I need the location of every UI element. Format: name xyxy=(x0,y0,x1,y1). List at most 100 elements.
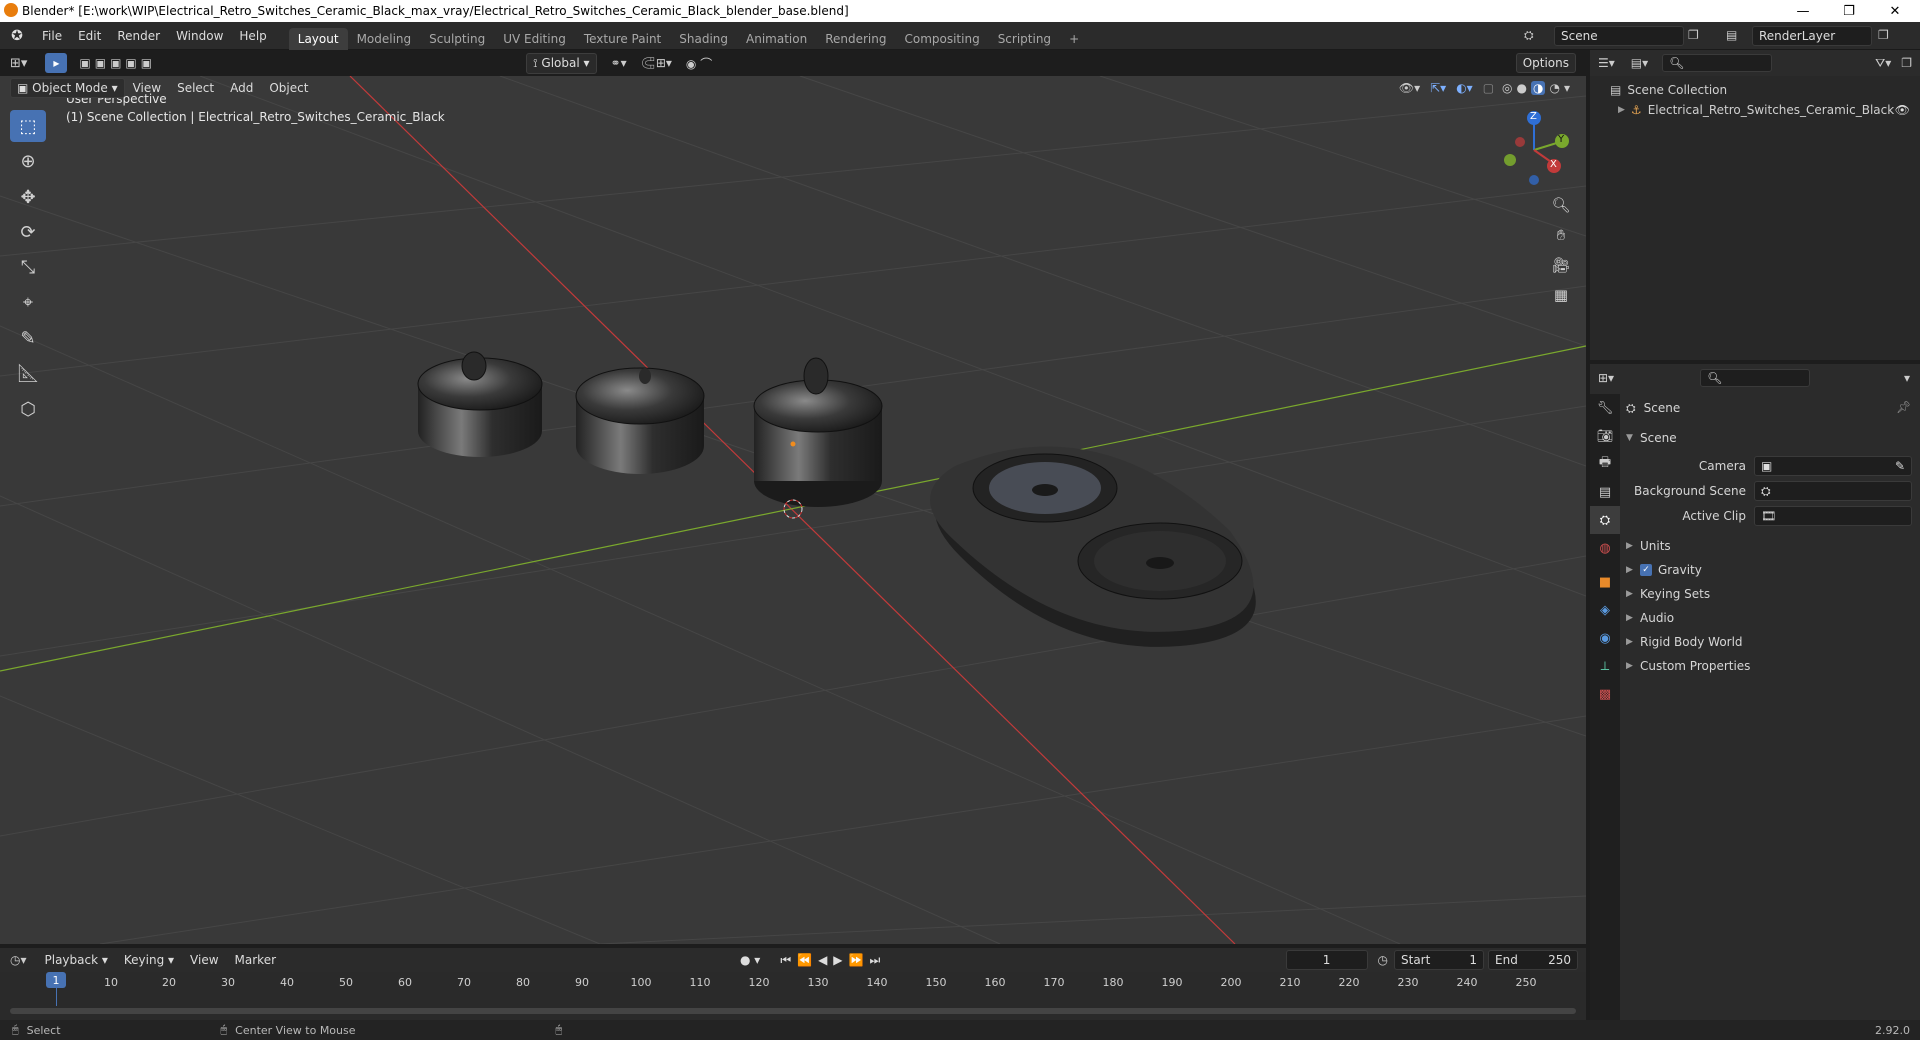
close-button[interactable]: ✕ xyxy=(1872,0,1918,22)
pan-hand-icon[interactable]: ✋︎ xyxy=(1548,222,1574,248)
units-panel[interactable]: ▶ Units xyxy=(1626,536,1671,556)
eyedropper-icon[interactable]: ✎ xyxy=(1895,459,1905,473)
render-tab-icon[interactable]: 📷︎ xyxy=(1590,422,1620,450)
shading-rendered-icon[interactable]: ◔ xyxy=(1549,81,1559,95)
select-tool-icon[interactable]: ⬚ xyxy=(10,110,46,142)
menu-select[interactable]: Select xyxy=(169,81,222,95)
xray-toggle-icon[interactable]: ▢ xyxy=(1483,81,1494,95)
outliner-editor-type-icon[interactable]: ☰▾ xyxy=(1598,56,1615,70)
properties-options-icon[interactable]: ▾ xyxy=(1904,371,1910,385)
plate-object[interactable] xyxy=(930,446,1256,647)
options-button[interactable]: Options xyxy=(1515,53,1576,73)
properties-search-input[interactable]: 🔍︎ xyxy=(1700,369,1811,387)
tab-rendering[interactable]: Rendering xyxy=(816,28,895,50)
outliner-row-scene-collection[interactable]: ▤ Scene Collection xyxy=(1590,80,1920,100)
properties-editor-type-icon[interactable]: ⊞▾ xyxy=(1598,371,1614,385)
ortho-grid-icon[interactable]: ▦ xyxy=(1548,282,1574,308)
shading-material-icon[interactable]: ◑ xyxy=(1531,81,1546,95)
switch-object-3[interactable] xyxy=(753,357,883,507)
visibility-eye-icon[interactable]: 👁︎ xyxy=(1895,103,1910,117)
render-layer-icon[interactable]: ▤ xyxy=(1726,28,1737,42)
gravity-checkbox[interactable]: ✓ xyxy=(1640,564,1652,576)
shading-options-icon[interactable]: ▾ xyxy=(1564,81,1570,95)
switch-object-1[interactable] xyxy=(417,351,543,457)
rigid-body-world-panel[interactable]: ▶ Rigid Body World xyxy=(1626,632,1743,652)
tab-scripting[interactable]: Scripting xyxy=(989,28,1060,50)
menu-edit[interactable]: Edit xyxy=(70,22,109,50)
active-clip-field[interactable]: 🎞︎ xyxy=(1754,506,1912,526)
tab-texture-paint[interactable]: Texture Paint xyxy=(575,28,670,50)
menu-file[interactable]: File xyxy=(34,22,70,50)
view-layer-tab-icon[interactable]: ▤ xyxy=(1590,478,1620,506)
move-tool-icon[interactable]: ✥ xyxy=(10,181,46,213)
select-box-tool-icon[interactable]: ▸ xyxy=(45,53,68,73)
tab-compositing[interactable]: Compositing xyxy=(895,28,988,50)
blender-menu-icon[interactable]: ✪ xyxy=(0,28,34,44)
scene-tab-icon[interactable]: ⛭ xyxy=(1590,506,1620,534)
menu-add[interactable]: Add xyxy=(222,81,261,95)
menu-object[interactable]: Object xyxy=(261,81,316,95)
outliner-search-input[interactable]: 🔍︎ xyxy=(1662,54,1773,72)
tool-tab-icon[interactable]: 🔧︎ xyxy=(1590,394,1620,422)
pin-icon[interactable]: 📌︎ xyxy=(1896,400,1911,414)
texture-tab-icon[interactable]: ▩ xyxy=(1590,680,1620,708)
scale-tool-icon[interactable]: ⤡ xyxy=(10,251,46,283)
cursor-tool-icon[interactable]: ⊕ xyxy=(10,145,46,177)
3d-viewport[interactable]: User Perspective (1) Scene Collection | … xyxy=(0,76,1586,944)
tab-layout[interactable]: Layout xyxy=(288,27,348,50)
shading-solid-icon[interactable]: ● xyxy=(1517,81,1527,95)
gizmo-toggle-icon[interactable]: ⇱▾ xyxy=(1430,81,1446,95)
menu-help[interactable]: Help xyxy=(231,22,274,50)
new-view-layer-icon[interactable]: ❐ xyxy=(1878,28,1889,42)
tab-shading[interactable]: Shading xyxy=(670,28,737,50)
camera-view-icon[interactable]: 🎥︎ xyxy=(1548,252,1574,278)
switch-object-2[interactable] xyxy=(575,367,705,474)
outliner-row-object[interactable]: ▶ ⚓︎ Electrical_Retro_Switches_Ceramic_B… xyxy=(1590,100,1920,120)
world-tab-icon[interactable]: ◍ xyxy=(1590,534,1620,562)
camera-field[interactable]: ▣ ✎ xyxy=(1754,456,1912,476)
shading-wireframe-icon[interactable]: ◎ xyxy=(1502,81,1512,95)
object-mode-dropdown[interactable]: ▣ Object Mode ▾ xyxy=(10,78,125,98)
proportional-edit-icon[interactable]: ◉ ⌒ xyxy=(686,55,712,72)
background-scene-field[interactable]: ⛭ xyxy=(1754,481,1912,501)
transform-tool-icon[interactable]: ⌖ xyxy=(10,286,46,318)
selection-mode-icons[interactable]: ▣▣▣▣▣ xyxy=(79,56,156,70)
menu-render[interactable]: Render xyxy=(109,22,168,50)
menu-view[interactable]: View xyxy=(125,81,169,95)
outliner-display-mode-icon[interactable]: ▤▾ xyxy=(1631,56,1648,70)
visibility-icon[interactable]: 👁︎▾ xyxy=(1399,81,1420,95)
tab-animation[interactable]: Animation xyxy=(737,28,816,50)
outliner-filter-icon[interactable]: ⛛▾ xyxy=(1875,56,1891,71)
rotate-tool-icon[interactable]: ⟳ xyxy=(10,216,46,248)
tab-sculpting[interactable]: Sculpting xyxy=(420,28,494,50)
add-cube-tool-icon[interactable]: ⬡ xyxy=(10,393,46,425)
annotate-tool-icon[interactable]: ✎ xyxy=(10,322,46,354)
snap-icon[interactable]: 🧲︎⊞▾ xyxy=(641,56,672,70)
transform-orientation-dropdown[interactable]: ⟟ Global ▾ xyxy=(526,52,597,74)
tab-modeling[interactable]: Modeling xyxy=(348,28,421,50)
new-scene-icon[interactable]: ❐ xyxy=(1688,28,1699,42)
scene-browse-icon[interactable]: ⛭ xyxy=(1524,28,1534,43)
zoom-icon[interactable]: 🔍︎ xyxy=(1548,192,1574,218)
object-tab-icon[interactable]: ■ xyxy=(1590,568,1620,596)
overlay-toggle-icon[interactable]: ◐▾ xyxy=(1456,81,1473,95)
modifier-tab-icon[interactable]: ◈ xyxy=(1590,596,1620,624)
physics-tab-icon[interactable]: ◉ xyxy=(1590,624,1620,652)
keying-sets-panel[interactable]: ▶ Keying Sets xyxy=(1626,584,1710,604)
measure-tool-icon[interactable]: 📐︎ xyxy=(10,357,46,389)
editor-type-icon[interactable]: ⊞▾ xyxy=(10,56,27,71)
custom-properties-panel[interactable]: ▶ Custom Properties xyxy=(1626,656,1750,676)
audio-panel[interactable]: ▶ Audio xyxy=(1626,608,1674,628)
gravity-panel[interactable]: ▶ ✓ Gravity xyxy=(1626,560,1702,580)
tab-uv-editing[interactable]: UV Editing xyxy=(494,28,575,50)
scene-selector[interactable]: Scene xyxy=(1554,26,1684,46)
expand-arrow-icon[interactable]: ▶ xyxy=(1618,105,1625,115)
restore-button[interactable]: ❐ xyxy=(1826,0,1872,22)
add-workspace-button[interactable]: + xyxy=(1060,28,1088,50)
output-tab-icon[interactable]: 🖶︎ xyxy=(1590,450,1620,478)
new-collection-icon[interactable]: ❐ xyxy=(1901,56,1912,70)
render-layer-selector[interactable]: RenderLayer xyxy=(1752,26,1872,46)
constraints-tab-icon[interactable]: ⟂ xyxy=(1590,652,1620,680)
minimize-button[interactable]: — xyxy=(1780,0,1826,22)
scene-section-header[interactable]: ▼ Scene xyxy=(1626,428,1677,448)
